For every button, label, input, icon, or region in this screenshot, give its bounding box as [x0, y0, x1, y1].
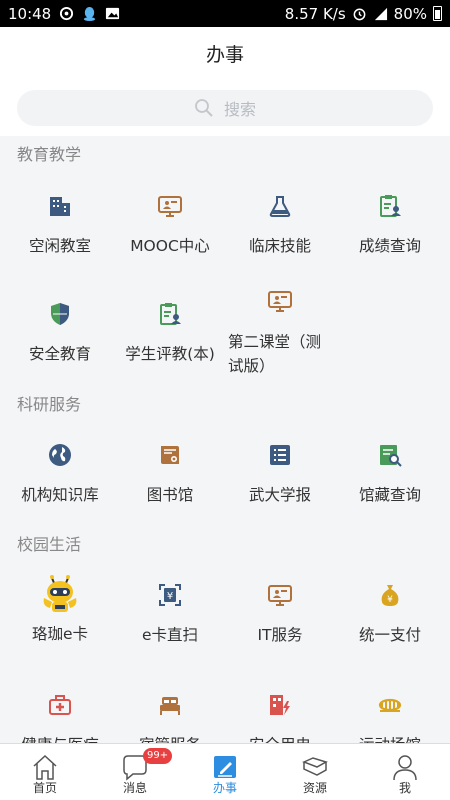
network-speed: 8.57 K/s: [284, 4, 346, 23]
money-bag-icon: ¥: [378, 583, 402, 607]
page-header: 办事: [0, 27, 450, 79]
tab-messages[interactable]: 99+ 消息: [90, 744, 180, 800]
clipboard-user-icon: [378, 194, 402, 218]
building-bolt-icon: [268, 693, 292, 717]
section-title-campus-life: 校园生活: [17, 535, 82, 554]
service-label: 学生评教(本): [125, 345, 215, 363]
service-label: MOOC中心: [130, 237, 210, 255]
book-icon: [158, 443, 182, 467]
services-list[interactable]: 教育教学 空闲教室 MOOC中心 临床技能 成绩查询 安全教育 学生评教(本) …: [0, 136, 450, 743]
battery-icon: [433, 6, 442, 21]
page-title: 办事: [205, 43, 244, 66]
monitor-presenter-icon: [268, 583, 292, 607]
service-label: 宿管服务: [114, 733, 226, 743]
service-label: 空闲教室: [28, 237, 91, 255]
service-label: 健康与医疗: [4, 733, 116, 743]
flask-icon: [268, 194, 292, 218]
bed-icon: [158, 693, 182, 717]
medical-kit-icon: [48, 693, 72, 717]
qq-icon: [84, 6, 96, 21]
robot-mascot-icon: [40, 574, 80, 616]
service-label: 第二课堂（测试版）: [228, 333, 322, 375]
section-title-education: 教育教学: [17, 145, 82, 164]
svg-text:¥: ¥: [167, 591, 173, 602]
search-input[interactable]: 搜索: [17, 90, 433, 126]
edit-icon: [214, 756, 236, 778]
battery-level: 80%: [393, 4, 427, 23]
building-icon: [48, 194, 72, 218]
search-bar: 搜索: [0, 79, 450, 136]
search-doc-icon: [378, 443, 402, 467]
tab-me[interactable]: 我: [360, 744, 450, 800]
user-icon: [393, 755, 417, 781]
search-icon: [195, 99, 213, 117]
list-icon: [268, 443, 292, 467]
image-icon: [106, 7, 120, 20]
status-time: 10:48: [8, 4, 52, 23]
tab-services[interactable]: 办事: [180, 744, 270, 800]
monitor-presenter-icon: [158, 194, 182, 218]
service-label: 图书馆: [146, 486, 194, 504]
svg-text:¥: ¥: [387, 595, 393, 605]
service-label: 珞珈e卡: [31, 625, 89, 643]
service-label: 安全教育: [28, 345, 91, 363]
globe-icon: [48, 443, 72, 467]
status-bar: 10:48 8.57 K/s 80%: [0, 0, 450, 27]
scan-yuan-icon: ¥: [158, 583, 182, 607]
signal-icon: [374, 7, 387, 21]
app-notification-icon: [60, 6, 74, 21]
monitor-presenter-icon: [268, 289, 292, 313]
service-label: 统一支付: [358, 626, 421, 644]
bottom-tab-bar: 首页 99+ 消息 办事 资源 我: [0, 743, 450, 800]
home-icon: [33, 754, 57, 780]
service-label: 临床技能: [248, 237, 311, 255]
service-label: 运动场馆: [334, 733, 446, 743]
service-label: 成绩查询: [358, 237, 421, 255]
service-label: 武大学报: [248, 486, 311, 504]
alarm-icon: [353, 8, 366, 21]
section-title-research: 科研服务: [17, 395, 82, 414]
search-placeholder: 搜索: [223, 100, 256, 119]
service-label: 安全用电: [224, 733, 336, 743]
tab-home[interactable]: 首页: [0, 744, 90, 800]
unread-badge: 99+: [143, 748, 173, 764]
service-label: e卡直扫: [141, 626, 199, 644]
service-label: IT服务: [257, 626, 303, 644]
shield-icon: [48, 302, 72, 326]
tab-resources[interactable]: 资源: [270, 744, 360, 800]
service-label: 馆藏查询: [358, 486, 421, 504]
stadium-icon: [378, 693, 402, 717]
clipboard-user-icon: [158, 302, 182, 326]
layers-icon: [302, 757, 328, 776]
service-label: 机构知识库: [21, 486, 99, 504]
